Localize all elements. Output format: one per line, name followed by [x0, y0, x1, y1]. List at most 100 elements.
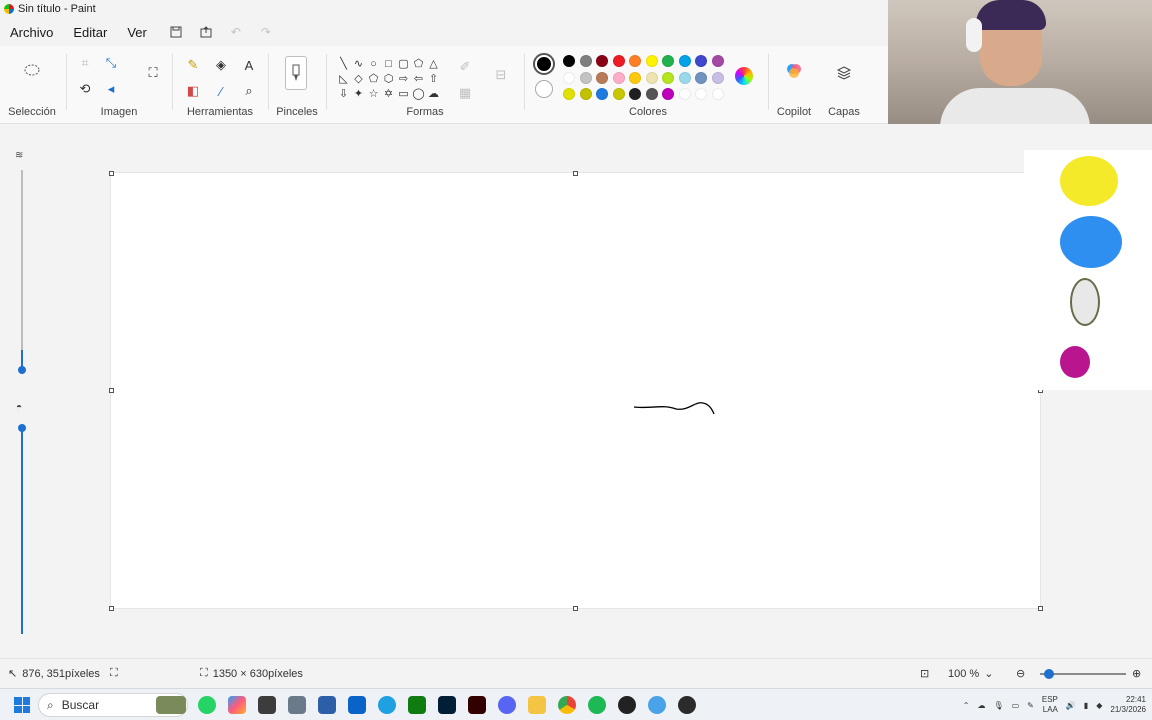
battery-icon[interactable]: ▮: [1084, 701, 1088, 710]
resize-icon[interactable]: ⤡: [100, 52, 122, 74]
app-icon[interactable]: [348, 696, 366, 714]
color-swatch[interactable]: [695, 55, 707, 67]
drawing-canvas[interactable]: [111, 173, 1040, 608]
taskbar-widget-icon[interactable]: [156, 696, 186, 714]
app-icon[interactable]: [618, 696, 636, 714]
layers-icon[interactable]: [833, 62, 855, 84]
outline-icon[interactable]: ✐: [454, 56, 476, 78]
callout-cloud-shape-icon[interactable]: ☁: [426, 86, 441, 101]
right-triangle-shape-icon[interactable]: ◺: [336, 71, 351, 86]
shape-options-icon[interactable]: ⊟: [490, 64, 512, 86]
color-swatch[interactable]: [678, 55, 691, 67]
color-swatch[interactable]: [695, 88, 707, 100]
resize-handle[interactable]: [573, 606, 578, 611]
spotify-icon[interactable]: [588, 696, 606, 714]
rectangle-shape-icon[interactable]: □: [381, 56, 396, 71]
color-swatch[interactable]: [612, 55, 625, 67]
redo-icon[interactable]: ↷: [255, 22, 277, 42]
photoshop-icon[interactable]: [438, 696, 456, 714]
color-swatch[interactable]: [695, 71, 707, 84]
color-swatch[interactable]: [596, 71, 608, 84]
pentagon-shape-icon[interactable]: ⬠: [366, 71, 381, 86]
left-arrow-shape-icon[interactable]: ⇦: [411, 71, 426, 86]
illustrator-icon[interactable]: [468, 696, 486, 714]
color-swatch[interactable]: [629, 88, 641, 100]
callout-oval-shape-icon[interactable]: ◯: [411, 86, 426, 101]
copilot-icon[interactable]: [783, 60, 805, 82]
discord-icon[interactable]: [498, 696, 516, 714]
file-explorer-icon[interactable]: [528, 696, 546, 714]
resize-handle[interactable]: [109, 606, 114, 611]
triangle-shape-icon[interactable]: △: [426, 56, 441, 71]
color-swatch[interactable]: [662, 88, 674, 100]
hexagon-shape-icon[interactable]: ⬡: [381, 71, 396, 86]
save-icon[interactable]: [165, 22, 187, 42]
edit-colors-icon[interactable]: [735, 67, 753, 85]
color-swatch[interactable]: [596, 88, 608, 100]
lasso-icon[interactable]: [21, 60, 43, 82]
curve-shape-icon[interactable]: ∿: [351, 56, 366, 71]
oval-shape-icon[interactable]: ○: [366, 56, 381, 71]
color-swatch[interactable]: [563, 71, 575, 84]
obs-icon[interactable]: [678, 696, 696, 714]
brush-size-slider[interactable]: ≋ ◓: [14, 150, 30, 638]
whatsapp-icon[interactable]: [198, 696, 216, 714]
color-swatch[interactable]: [678, 88, 691, 100]
volume-icon[interactable]: 🔊: [1066, 701, 1076, 710]
rounded-rectangle-shape-icon[interactable]: ▢: [396, 56, 411, 71]
image-select-icon[interactable]: ⛶: [142, 62, 164, 84]
primary-color[interactable]: [533, 53, 555, 75]
four-point-star-shape-icon[interactable]: ✦: [351, 86, 366, 101]
xbox-icon[interactable]: [408, 696, 426, 714]
color-swatch[interactable]: [645, 55, 658, 67]
color-swatch[interactable]: [612, 88, 625, 100]
up-arrow-shape-icon[interactable]: ⇧: [426, 71, 441, 86]
zoom-out-icon[interactable]: ⊖: [1016, 667, 1025, 680]
flip-icon[interactable]: ◂: [100, 78, 122, 100]
fit-to-window-icon[interactable]: ⊡: [920, 667, 929, 680]
fill-icon[interactable]: ◈: [210, 54, 232, 76]
callout-rect-shape-icon[interactable]: ▭: [396, 86, 411, 101]
polygon-shape-icon[interactable]: ⬠: [411, 56, 426, 71]
onedrive-icon[interactable]: ☁: [977, 701, 985, 710]
color-swatch[interactable]: [645, 88, 658, 100]
eraser-icon[interactable]: ◧: [182, 80, 204, 102]
zoom-slider-thumb[interactable]: [1044, 669, 1054, 679]
microphone-icon[interactable]: 🎙: [993, 701, 1003, 710]
menu-ver[interactable]: Ver: [121, 22, 153, 43]
secondary-color[interactable]: [535, 80, 553, 98]
windows-start-icon[interactable]: [14, 697, 30, 713]
resize-handle[interactable]: [1038, 606, 1043, 611]
share-icon[interactable]: [195, 22, 217, 42]
color-swatch[interactable]: [711, 71, 724, 84]
edge-icon[interactable]: [378, 696, 396, 714]
undo-icon[interactable]: ↶: [225, 22, 247, 42]
calculator-icon[interactable]: [288, 696, 306, 714]
five-point-star-shape-icon[interactable]: ☆: [366, 86, 381, 101]
color-swatch[interactable]: [579, 71, 592, 84]
color-swatch[interactable]: [662, 71, 674, 84]
app-icon[interactable]: [258, 696, 276, 714]
diamond-shape-icon[interactable]: ◇: [351, 71, 366, 86]
text-icon[interactable]: A: [238, 54, 260, 76]
color-swatch[interactable]: [629, 55, 641, 67]
color-swatch[interactable]: [662, 55, 674, 67]
color-swatch[interactable]: [579, 88, 592, 100]
zoom-level-dropdown[interactable]: 100 % ⌄: [948, 667, 993, 681]
resize-handle[interactable]: [109, 388, 114, 393]
down-arrow-shape-icon[interactable]: ⇩: [336, 86, 351, 101]
color-swatch[interactable]: [563, 88, 575, 100]
color-swatch[interactable]: [711, 88, 724, 100]
color-swatch[interactable]: [579, 55, 592, 67]
right-arrow-shape-icon[interactable]: ⇨: [396, 71, 411, 86]
color-swatch[interactable]: [612, 71, 625, 84]
color-swatch[interactable]: [629, 71, 641, 84]
size-slider-thumb[interactable]: [18, 366, 26, 374]
pencil-icon[interactable]: ✎: [182, 54, 204, 76]
copilot-taskbar-icon[interactable]: [228, 696, 246, 714]
menu-archivo[interactable]: Archivo: [4, 22, 59, 43]
display-icon[interactable]: ▭: [1012, 701, 1020, 710]
brush-icon[interactable]: [285, 56, 307, 90]
chevron-up-icon[interactable]: ⌃: [963, 701, 970, 710]
resize-handle[interactable]: [573, 171, 578, 176]
